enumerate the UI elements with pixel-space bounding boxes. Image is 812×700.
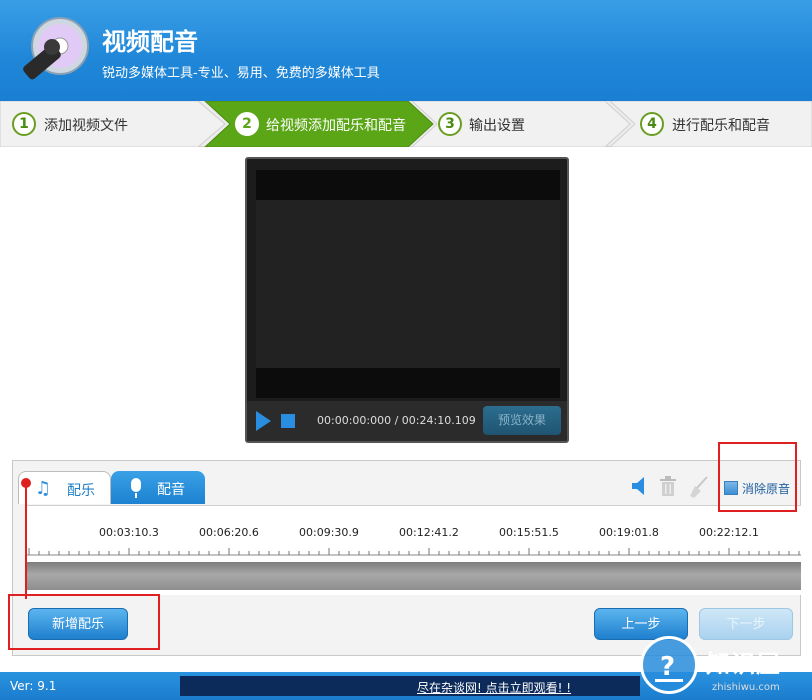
version-label: Ver: 9.1 xyxy=(10,679,57,693)
timeline-tick-label: 00:22:12.1 xyxy=(699,526,759,539)
music-track[interactable] xyxy=(27,562,801,590)
music-note-icon: ♫ xyxy=(35,478,52,499)
timeline-tick-label: 00:06:20.6 xyxy=(199,526,259,539)
step-4[interactable]: 4 进行配乐和配音 xyxy=(610,101,812,147)
ad-link[interactable]: 尽在杂谈网! 点击立即观看! ! xyxy=(417,679,571,696)
step-4-label: 进行配乐和配音 xyxy=(672,118,770,134)
step-2-number: 2 xyxy=(235,112,259,136)
video-screen[interactable] xyxy=(256,170,560,398)
timeline-tick-label: 00:19:01.8 xyxy=(599,526,659,539)
watermark-help-icon: ? xyxy=(640,636,698,694)
preview-button[interactable]: 预览效果 xyxy=(483,406,561,435)
annotation-box-mute xyxy=(718,442,797,512)
app-subtitle: 锐动多媒体工具-专业、易用、免费的多媒体工具 xyxy=(102,66,380,81)
step-2[interactable]: 2 给视频添加配乐和配音 xyxy=(205,101,410,147)
timeline[interactable]: 00:03:10.3 00:06:20.6 00:09:30.9 00:12:4… xyxy=(27,505,801,595)
app-header: 视频配音 锐动多媒体工具-专业、易用、免费的多媒体工具 xyxy=(0,0,812,101)
step-3-number: 3 xyxy=(438,112,462,136)
step-3[interactable]: 3 输出设置 xyxy=(412,101,607,147)
timeline-tick-label: 00:03:10.3 xyxy=(99,526,159,539)
step-2-label: 给视频添加配乐和配音 xyxy=(266,118,406,134)
ad-banner[interactable]: 尽在杂谈网! 点击立即观看! ! xyxy=(180,676,640,696)
play-icon[interactable] xyxy=(256,411,271,431)
tab-dub-label: 配音 xyxy=(157,482,185,498)
step-1[interactable]: 1 添加视频文件 xyxy=(0,101,200,147)
timeline-tick-label: 00:12:41.2 xyxy=(399,526,459,539)
microphone-icon xyxy=(131,478,141,498)
tab-music-label: 配乐 xyxy=(67,483,95,499)
tab-music[interactable]: ♫ 配乐 xyxy=(18,471,111,504)
broom-icon[interactable] xyxy=(687,476,709,498)
playback-time: 00:00:00:000 / 00:24:10.109 xyxy=(317,414,476,427)
trash-icon[interactable] xyxy=(659,476,677,496)
playhead[interactable] xyxy=(25,483,27,599)
stop-icon[interactable] xyxy=(281,414,295,428)
svg-text:?: ? xyxy=(660,652,675,682)
app-title: 视频配音 xyxy=(102,28,198,56)
app-logo-icon xyxy=(23,17,89,80)
watermark-url: zhishiwu.com xyxy=(712,682,780,693)
playhead-handle[interactable] xyxy=(21,478,31,488)
timeline-ruler xyxy=(27,548,801,556)
tab-dub[interactable]: 配音 xyxy=(111,471,205,504)
timeline-tick-label: 00:09:30.9 xyxy=(299,526,359,539)
watermark-question-icon: ? xyxy=(655,652,683,682)
step-4-number: 4 xyxy=(640,112,664,136)
watermark: ? 知识屋 zhishiwu.com xyxy=(640,624,812,700)
step-3-label: 输出设置 xyxy=(469,118,525,134)
watermark-brand: 知识屋 xyxy=(706,650,781,678)
video-frame xyxy=(256,200,560,368)
player-controls: 00:00:00:000 / 00:24:10.109 预览效果 xyxy=(247,401,567,441)
speaker-icon[interactable] xyxy=(631,476,649,496)
step-1-number: 1 xyxy=(12,112,36,136)
video-player: 00:00:00:000 / 00:24:10.109 预览效果 xyxy=(245,157,569,443)
annotation-box-add-music xyxy=(8,594,160,650)
wizard-steps: 1 添加视频文件 2 给视频添加配乐和配音 3 输出设置 4 进行配乐和配音 xyxy=(0,101,812,147)
timeline-tick-label: 00:15:51.5 xyxy=(499,526,559,539)
step-1-label: 添加视频文件 xyxy=(44,118,128,134)
